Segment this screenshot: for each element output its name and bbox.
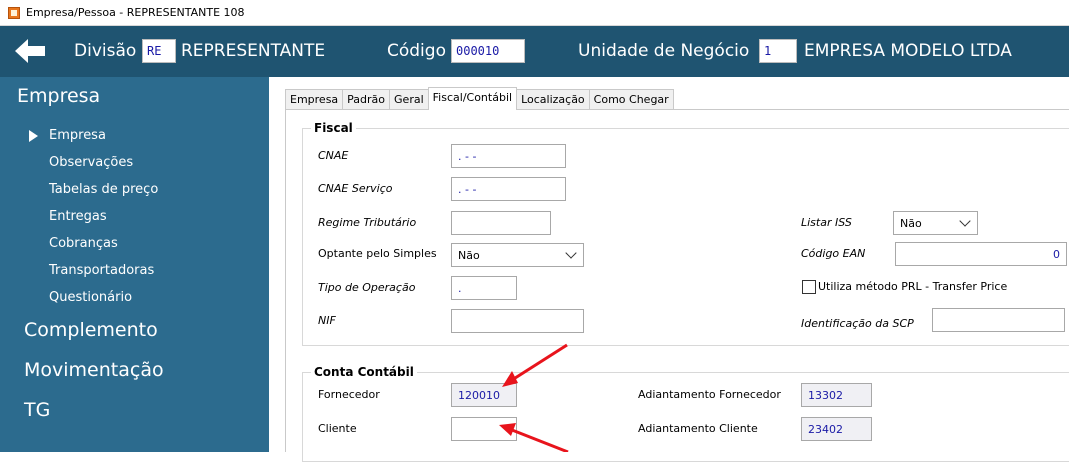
sidebar-item-cobrancas[interactable]: Cobranças — [0, 230, 269, 257]
sidebar-section-complemento[interactable]: Complemento — [24, 319, 158, 341]
tab-bar: Empresa Padrão Geral Fiscal/Contábil Loc… — [285, 87, 674, 110]
tab-geral[interactable]: Geral — [389, 89, 429, 109]
unidade-name: EMPRESA MODELO LTDA — [804, 41, 1012, 61]
regime-tributario-field[interactable] — [451, 211, 551, 235]
tipo-operacao-field[interactable]: . — [451, 276, 517, 300]
regime-tributario-label: Regime Tributário — [318, 216, 417, 229]
cliente-field[interactable] — [451, 417, 517, 441]
optante-simples-label: Optante pelo Simples — [318, 247, 437, 260]
codigo-ean-label: Código EAN — [801, 247, 866, 260]
sidebar-item-label: Cobranças — [49, 236, 118, 251]
prl-label: Utiliza método PRL - Transfer Price — [818, 280, 1008, 293]
record-header: Divisão RE REPRESENTANTE Código 000010 U… — [0, 26, 1069, 77]
codigo-field[interactable]: 000010 — [451, 39, 525, 63]
triangle-right-icon — [29, 130, 38, 142]
optante-simples-select[interactable]: Não — [451, 243, 584, 267]
cnae-servico-field[interactable]: . - - — [451, 177, 566, 201]
codigo-label: Código — [387, 41, 446, 61]
window-titlebar: Empresa/Pessoa - REPRESENTANTE 108 — [0, 0, 1069, 26]
codigo-ean-field[interactable]: 0 — [895, 242, 1067, 266]
sidebar-item-label: Questionário — [49, 290, 133, 305]
arrow-left-icon — [15, 39, 45, 63]
cnae-field[interactable]: . - - — [451, 144, 566, 168]
unidade-label: Unidade de Negócio — [578, 41, 750, 61]
tab-empresa[interactable]: Empresa — [285, 89, 344, 109]
optante-simples-value: Não — [458, 249, 480, 262]
tab-como-chegar[interactable]: Como Chegar — [588, 89, 674, 109]
divisao-code-field[interactable]: RE — [142, 39, 176, 63]
window-title: Empresa/Pessoa - REPRESENTANTE 108 — [26, 6, 245, 19]
sidebar-section-tg[interactable]: TG — [24, 399, 50, 421]
sidebar-item-entregas[interactable]: Entregas — [0, 203, 269, 230]
cnae-servico-label: CNAE Serviço — [318, 182, 393, 195]
divisao-label: Divisão — [74, 41, 137, 61]
adiantamento-cliente-field[interactable]: 23402 — [801, 417, 872, 441]
app-icon — [8, 6, 20, 19]
sidebar-item-label: Observações — [49, 155, 134, 170]
sidebar-item-transportadoras[interactable]: Transportadoras — [0, 257, 269, 284]
cnae-label: CNAE — [318, 149, 349, 162]
sidebar-item-label: Transportadoras — [49, 263, 155, 278]
sidebar-item-questionario[interactable]: Questionário — [0, 284, 269, 311]
sidebar-item-label: Empresa — [49, 128, 106, 143]
adiantamento-fornecedor-label: Adiantamento Fornecedor — [638, 388, 781, 401]
tab-padrao[interactable]: Padrão — [342, 89, 391, 109]
sidebar-item-label: Entregas — [49, 209, 107, 224]
conta-contabil-group-title: Conta Contábil — [311, 365, 417, 379]
sidebar-item-tabelas-de-preco[interactable]: Tabelas de preço — [0, 176, 269, 203]
unidade-code-field[interactable]: 1 — [759, 39, 797, 63]
main-content: Empresa Padrão Geral Fiscal/Contábil Loc… — [269, 77, 1069, 462]
sidebar-section-empresa[interactable]: Empresa — [17, 85, 100, 107]
tab-panel-fiscal-contabil: Fiscal CNAE . - - CNAE Serviço . - - Reg… — [285, 109, 1069, 462]
nif-field[interactable] — [451, 309, 584, 333]
scp-label: Identificação da SCP — [801, 317, 914, 330]
nif-label: NIF — [318, 314, 336, 327]
conta-contabil-group — [302, 372, 1069, 462]
adiantamento-fornecedor-field[interactable]: 13302 — [801, 383, 872, 407]
listar-iss-select[interactable]: Não — [893, 211, 978, 235]
fiscal-group-title: Fiscal — [311, 121, 356, 135]
listar-iss-label: Listar ISS — [801, 216, 852, 229]
sidebar: Empresa Empresa Observações Tabelas de p… — [0, 77, 269, 452]
sidebar-item-label: Tabelas de preço — [49, 182, 159, 197]
sidebar-item-empresa[interactable]: Empresa — [0, 122, 269, 149]
prl-checkbox[interactable] — [802, 280, 816, 294]
fornecedor-field[interactable]: 120010 — [451, 383, 517, 407]
tab-fiscal-contabil[interactable]: Fiscal/Contábil — [427, 87, 518, 110]
cliente-label: Cliente — [318, 422, 357, 435]
chevron-down-icon — [565, 247, 577, 259]
tipo-operacao-label: Tipo de Operação — [318, 281, 416, 294]
sidebar-item-observacoes[interactable]: Observações — [0, 149, 269, 176]
divisao-name: REPRESENTANTE — [181, 41, 326, 61]
chevron-down-icon — [959, 215, 971, 227]
sidebar-section-movimentacao[interactable]: Movimentação — [24, 359, 164, 381]
scp-field[interactable] — [932, 308, 1065, 332]
listar-iss-value: Não — [900, 217, 922, 230]
tab-localizacao[interactable]: Localização — [516, 89, 590, 109]
back-button[interactable] — [13, 37, 47, 65]
adiantamento-cliente-label: Adiantamento Cliente — [638, 422, 758, 435]
sidebar-items: Empresa Observações Tabelas de preço Ent… — [0, 122, 269, 311]
fornecedor-label: Fornecedor — [318, 388, 380, 401]
